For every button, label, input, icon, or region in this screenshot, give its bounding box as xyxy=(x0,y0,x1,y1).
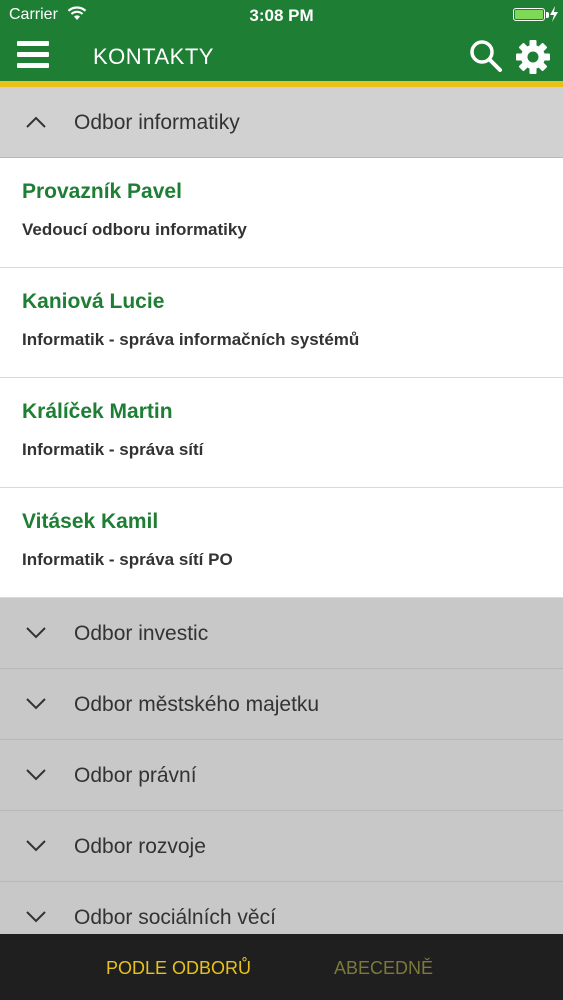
tab-by-department[interactable]: PODLE ODBORŮ xyxy=(106,958,251,979)
nav-bar: KONTAKTY xyxy=(0,30,563,81)
contact-row[interactable]: Vitásek Kamil Informatik - správa sítí P… xyxy=(0,488,563,598)
hamburger-menu-icon[interactable] xyxy=(17,41,49,71)
section-label: Odbor investic xyxy=(74,622,209,645)
contact-role: Informatik - správa sítí xyxy=(22,440,204,459)
contact-row[interactable]: Kaniová Lucie Informatik - správa inform… xyxy=(0,268,563,378)
clock: 3:08 PM xyxy=(249,6,314,25)
contacts-list[interactable]: Odbor informatiky Provazník Pavel Vedouc… xyxy=(0,87,563,934)
section-header-rozvoje[interactable]: Odbor rozvoje xyxy=(0,811,563,882)
contact-role: Vedoucí odboru informatiky xyxy=(22,220,247,239)
tab-bar: PODLE ODBORŮ ABECEDNĚ xyxy=(0,934,563,1000)
chevron-down-icon xyxy=(26,840,46,852)
chevron-down-icon xyxy=(26,698,46,710)
charging-icon xyxy=(550,6,558,22)
contact-name: Provazník Pavel xyxy=(22,180,182,203)
contact-role: Informatik - správa sítí PO xyxy=(22,550,233,569)
section-label: Odbor informatiky xyxy=(74,111,240,134)
search-icon[interactable] xyxy=(469,39,503,73)
chevron-up-icon xyxy=(26,116,46,128)
gear-icon[interactable] xyxy=(515,39,551,75)
section-header-investic[interactable]: Odbor investic xyxy=(0,598,563,669)
section-label: Odbor sociálních věcí xyxy=(74,906,276,929)
section-label: Odbor právní xyxy=(74,764,197,787)
status-bar: Carrier 3:08 PM xyxy=(0,0,563,30)
section-header-pravni[interactable]: Odbor právní xyxy=(0,740,563,811)
contact-name: Kaniová Lucie xyxy=(22,290,165,313)
contact-role: Informatik - správa informačních systémů xyxy=(22,330,360,349)
contact-row[interactable]: Králíček Martin Informatik - správa sítí xyxy=(0,378,563,488)
contact-name: Králíček Martin xyxy=(22,400,173,423)
chevron-down-icon xyxy=(26,911,46,923)
section-header-socialnich[interactable]: Odbor sociálních věcí xyxy=(0,882,563,934)
battery-icon xyxy=(513,8,545,21)
section-label: Odbor rozvoje xyxy=(74,835,206,858)
tab-alphabetical[interactable]: ABECEDNĚ xyxy=(334,958,433,979)
chevron-down-icon xyxy=(26,627,46,639)
chevron-down-icon xyxy=(26,769,46,781)
section-header-majetku[interactable]: Odbor městského majetku xyxy=(0,669,563,740)
contact-row[interactable]: Provazník Pavel Vedoucí odboru informati… xyxy=(0,158,563,268)
page-title: KONTAKTY xyxy=(93,44,214,69)
section-header-informatiky[interactable]: Odbor informatiky xyxy=(0,87,563,158)
section-label: Odbor městského majetku xyxy=(74,693,320,716)
contact-name: Vitásek Kamil xyxy=(22,510,159,533)
